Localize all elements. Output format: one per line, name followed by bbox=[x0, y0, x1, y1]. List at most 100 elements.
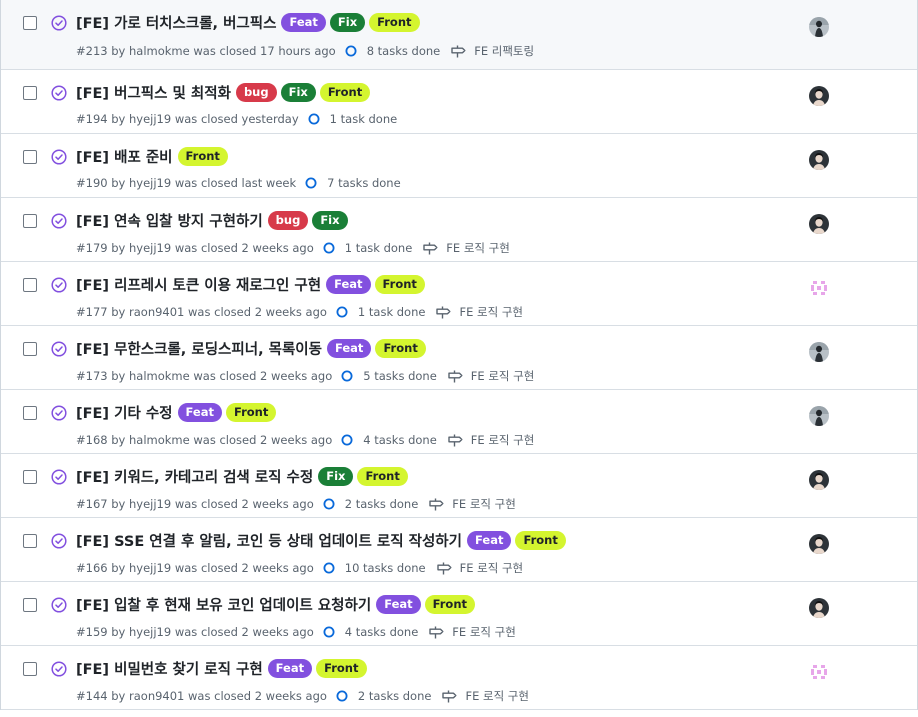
label-bug[interactable]: bug bbox=[235, 83, 277, 102]
tasks-progress[interactable]: 4 tasks done bbox=[323, 625, 419, 639]
label-fix[interactable]: Fix bbox=[312, 211, 348, 230]
assignee-avatar[interactable] bbox=[809, 342, 829, 362]
label-bug[interactable]: bug bbox=[267, 211, 309, 230]
select-checkbox[interactable] bbox=[23, 150, 37, 164]
milestone-link[interactable]: FE 로직 구현 bbox=[429, 624, 516, 640]
label-front[interactable]: Front bbox=[375, 339, 426, 358]
issue-meta-text: #179 by hyejj19 was closed 2 weeks ago bbox=[76, 241, 314, 255]
issue-row[interactable]: [FE] 입찰 후 현재 보유 코인 업데이트 요청하기 Feat Front #15… bbox=[1, 582, 917, 646]
issue-title-link[interactable]: [FE] 연속 입찰 방지 구현하기 bbox=[76, 210, 263, 231]
tasks-text: 1 task done bbox=[344, 241, 413, 255]
milestone-link[interactable]: FE 로직 구현 bbox=[442, 688, 529, 704]
tasks-progress[interactable]: 5 tasks done bbox=[341, 369, 437, 383]
tasks-progress[interactable]: 1 task done bbox=[336, 305, 425, 319]
tasks-progress[interactable]: 2 tasks done bbox=[336, 689, 431, 703]
issue-row[interactable]: [FE] 키워드, 카테고리 검색 로직 수정 Fix Front #167 by h… bbox=[1, 454, 917, 518]
label-front[interactable]: Front bbox=[319, 83, 371, 102]
label-feat[interactable]: Feat bbox=[177, 403, 222, 422]
issue-title-link[interactable]: [FE] 키워드, 카테고리 검색 로직 수정 bbox=[76, 466, 313, 487]
label-feat[interactable]: Feat bbox=[267, 659, 313, 678]
label-front[interactable]: Front bbox=[357, 467, 408, 486]
select-checkbox[interactable] bbox=[23, 86, 37, 100]
milestone-link[interactable]: FE 리팩토링 bbox=[451, 43, 534, 59]
milestone-icon bbox=[436, 562, 456, 575]
label-fix[interactable]: Fix bbox=[318, 467, 354, 486]
issue-title-link[interactable]: [FE] 배포 준비 bbox=[76, 146, 173, 167]
label-feat[interactable]: Feat bbox=[376, 595, 421, 614]
label-front[interactable]: Front bbox=[369, 13, 420, 32]
select-checkbox[interactable] bbox=[23, 662, 37, 676]
assignee-avatar[interactable] bbox=[809, 470, 829, 490]
assignee-avatar[interactable] bbox=[809, 598, 829, 618]
select-checkbox[interactable] bbox=[23, 598, 37, 612]
milestone-text: FE 리팩토링 bbox=[474, 44, 535, 58]
issue-row[interactable]: [FE] 연속 입찰 방지 구현하기 bug Fix #179 by hyejj19 … bbox=[1, 198, 917, 262]
select-checkbox[interactable] bbox=[23, 406, 37, 420]
issue-row[interactable]: [FE] 무한스크롤, 로딩스피너, 목록이동 Feat Front #173 by … bbox=[1, 326, 917, 390]
issue-title-link[interactable]: [FE] 가로 터치스크롤, 버그픽스 bbox=[76, 12, 276, 33]
assignee-avatar[interactable] bbox=[809, 86, 829, 106]
label-front[interactable]: Front bbox=[515, 531, 566, 550]
assignee-avatar[interactable] bbox=[809, 214, 829, 234]
assignee-avatar[interactable] bbox=[809, 17, 829, 37]
label-feat[interactable]: Feat bbox=[326, 275, 371, 294]
label-front[interactable]: Front bbox=[424, 595, 476, 614]
issue-title-link[interactable]: [FE] 무한스크롤, 로딩스피너, 목록이동 bbox=[76, 338, 322, 359]
issue-title-link[interactable]: [FE] 버그픽스 및 최적화 bbox=[76, 82, 231, 103]
milestone-link[interactable]: FE 로직 구현 bbox=[448, 368, 534, 384]
issue-row[interactable]: [FE] 리프레시 토큰 이용 재로그인 구현 Feat Front #177 by … bbox=[1, 262, 917, 326]
issue-row[interactable]: [FE] 가로 터치스크롤, 버그픽스 Feat Fix Front #213 by h… bbox=[1, 0, 917, 70]
label-fix[interactable]: Fix bbox=[280, 83, 316, 102]
issue-row[interactable]: [FE] 비밀번호 찾기 로직 구현 Feat Front #144 by raon9… bbox=[1, 646, 917, 710]
milestone-link[interactable]: FE 로직 구현 bbox=[423, 240, 510, 256]
tasks-progress[interactable]: 1 task done bbox=[323, 241, 413, 255]
issue-title-line: [FE] 기타 수정 Feat Front bbox=[76, 402, 277, 423]
tasks-text: 4 tasks done bbox=[344, 625, 419, 639]
tasks-progress[interactable]: 10 tasks done bbox=[323, 561, 426, 575]
milestone-link[interactable]: FE 로직 구현 bbox=[448, 432, 534, 448]
assignee-avatar[interactable] bbox=[809, 406, 829, 426]
issue-meta-text: #177 by raon9401 was closed 2 weeks ago bbox=[76, 305, 327, 319]
task-progress-icon bbox=[341, 370, 358, 382]
select-checkbox[interactable] bbox=[23, 16, 37, 30]
label-fix[interactable]: Fix bbox=[329, 13, 366, 32]
select-checkbox[interactable] bbox=[23, 470, 37, 484]
milestone-icon bbox=[436, 306, 455, 319]
tasks-progress[interactable]: 2 tasks done bbox=[323, 497, 418, 511]
select-checkbox[interactable] bbox=[23, 214, 37, 228]
label-feat[interactable]: Feat bbox=[326, 339, 372, 358]
milestone-link[interactable]: FE 로직 구현 bbox=[436, 560, 523, 576]
issue-title-link[interactable]: [FE] SSE 연결 후 알림, 코인 등 상태 업데이트 로직 작성하기 bbox=[76, 530, 462, 551]
label-front[interactable]: Front bbox=[374, 275, 425, 294]
issue-title-link[interactable]: [FE] 리프레시 토큰 이용 재로그인 구현 bbox=[76, 274, 321, 295]
label-front[interactable]: Front bbox=[316, 659, 367, 678]
label-front[interactable]: Front bbox=[225, 403, 277, 422]
issue-meta-text: #173 by halmokme was closed 2 weeks ago bbox=[76, 369, 333, 383]
assignee-avatar[interactable] bbox=[809, 662, 829, 682]
label-feat[interactable]: Feat bbox=[281, 13, 326, 32]
assignee-avatar[interactable] bbox=[809, 534, 829, 554]
issue-row[interactable]: [FE] 기타 수정 Feat Front #168 by halmokme was … bbox=[1, 390, 917, 454]
issue-row[interactable]: [FE] SSE 연결 후 알림, 코인 등 상태 업데이트 로직 작성하기 Fe… bbox=[1, 518, 917, 582]
assignee-avatar[interactable] bbox=[809, 278, 829, 298]
task-progress-icon bbox=[336, 306, 353, 318]
tasks-progress[interactable]: 4 tasks done bbox=[341, 433, 437, 447]
select-checkbox[interactable] bbox=[23, 534, 37, 548]
issue-title-link[interactable]: [FE] 입찰 후 현재 보유 코인 업데이트 요청하기 bbox=[76, 594, 371, 615]
issue-row[interactable]: [FE] 배포 준비 Front #190 by hyejj19 was close… bbox=[1, 134, 917, 198]
issue-row[interactable]: [FE] 버그픽스 및 최적화 bug Fix Front #194 by hyejj1… bbox=[1, 70, 917, 134]
assignee-avatar[interactable] bbox=[809, 150, 829, 170]
label-feat[interactable]: Feat bbox=[467, 531, 512, 550]
milestone-link[interactable]: FE 로직 구현 bbox=[436, 304, 523, 320]
issue-meta: #167 by hyejj19 was closed 2 weeks ago 2 … bbox=[76, 496, 516, 512]
select-checkbox[interactable] bbox=[23, 342, 37, 356]
tasks-progress[interactable]: 1 task done bbox=[308, 112, 397, 126]
issue-title-line: [FE] 배포 준비 Front bbox=[76, 146, 228, 167]
issue-title-link[interactable]: [FE] 기타 수정 bbox=[76, 402, 173, 423]
milestone-link[interactable]: FE 로직 구현 bbox=[429, 496, 516, 512]
issue-title-link[interactable]: [FE] 비밀번호 찾기 로직 구현 bbox=[76, 658, 263, 679]
tasks-progress[interactable]: 7 tasks done bbox=[305, 176, 401, 190]
label-front[interactable]: Front bbox=[177, 147, 228, 166]
tasks-progress[interactable]: 8 tasks done bbox=[345, 44, 440, 58]
select-checkbox[interactable] bbox=[23, 278, 37, 292]
